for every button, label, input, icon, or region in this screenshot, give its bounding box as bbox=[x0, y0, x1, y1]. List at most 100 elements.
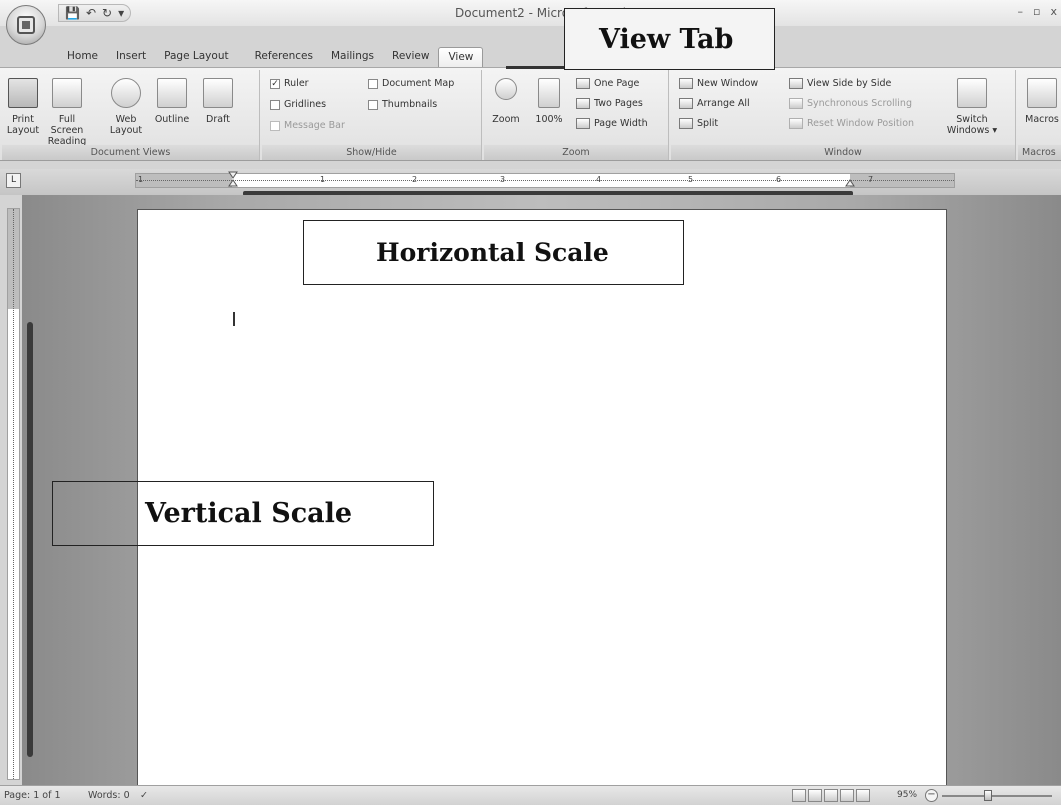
switch-windows-label: Switch Windows ▾ bbox=[946, 114, 998, 136]
tab-selector-button[interactable]: L bbox=[6, 173, 21, 188]
vertical-ruler[interactable] bbox=[7, 208, 20, 780]
arrange-all-button[interactable]: Arrange All bbox=[679, 98, 750, 109]
customize-icon[interactable]: ▾ bbox=[118, 6, 124, 20]
gridlines-check-icon bbox=[270, 99, 280, 110]
maximize-button[interactable]: ▫ bbox=[1033, 5, 1040, 18]
macros-button[interactable]: Macros bbox=[1022, 78, 1061, 125]
word-count-status[interactable]: Words: 0 bbox=[88, 790, 130, 801]
gridlines-checkbox[interactable]: Gridlines bbox=[270, 99, 326, 110]
synchronous-scrolling-button[interactable]: Synchronous Scrolling bbox=[789, 98, 912, 109]
save-icon[interactable]: 💾 bbox=[65, 6, 80, 20]
page-width-button[interactable]: Page Width bbox=[576, 118, 648, 129]
print-layout-view-icon[interactable] bbox=[792, 789, 806, 802]
print-layout-label: Print Layout bbox=[6, 114, 40, 136]
one-page-label: One Page bbox=[594, 78, 640, 89]
ruler-number: 6 bbox=[776, 175, 782, 184]
group-show-hide: ✓ Ruler Gridlines Message Bar Document M… bbox=[262, 70, 482, 160]
outline-icon bbox=[157, 78, 187, 108]
message-bar-label: Message Bar bbox=[284, 120, 345, 131]
vertical-scale-highlight bbox=[27, 322, 33, 757]
zoom-100-label: 100% bbox=[535, 114, 563, 125]
zoom-slider[interactable] bbox=[942, 795, 1052, 797]
macros-group-label: Macros bbox=[1018, 145, 1061, 160]
zoom-out-icon[interactable]: − bbox=[925, 789, 938, 802]
arrange-all-label: Arrange All bbox=[697, 98, 750, 109]
ruler-label: Ruler bbox=[284, 78, 309, 89]
title-bar: 💾 ↶ ↻ ▾ Document2 - Microsoft Word – ▫ x bbox=[0, 0, 1061, 26]
full-screen-reading-button[interactable]: Full Screen Reading bbox=[42, 78, 92, 147]
split-icon bbox=[679, 118, 693, 129]
status-bar: Page: 1 of 1 Words: 0 ✓ 95% − bbox=[0, 785, 1061, 805]
two-pages-button[interactable]: Two Pages bbox=[576, 98, 643, 109]
macros-icon bbox=[1027, 78, 1057, 108]
outline-label: Outline bbox=[154, 114, 190, 125]
switch-windows-button[interactable]: Switch Windows ▾ bbox=[945, 78, 999, 136]
close-button[interactable]: x bbox=[1050, 5, 1057, 18]
zoom-group-label: Zoom bbox=[484, 145, 668, 160]
vertical-scale-callout: Vertical Scale bbox=[52, 481, 434, 546]
tab-references[interactable]: References bbox=[246, 47, 322, 67]
minimize-button[interactable]: – bbox=[1018, 5, 1024, 18]
arrange-all-icon bbox=[679, 98, 693, 109]
web-layout-label: Web Layout bbox=[109, 114, 143, 136]
text-cursor bbox=[233, 312, 235, 326]
draft-button[interactable]: Draft bbox=[198, 78, 238, 125]
outline-view-icon[interactable] bbox=[840, 789, 854, 802]
print-layout-button[interactable]: Print Layout bbox=[6, 78, 40, 136]
word-window: 💾 ↶ ↻ ▾ Document2 - Microsoft Word – ▫ x… bbox=[0, 0, 1061, 805]
message-bar-check-icon bbox=[270, 120, 280, 131]
redo-icon[interactable]: ↻ bbox=[102, 6, 112, 20]
group-window: New Window Arrange All Split View Side b… bbox=[671, 70, 1016, 160]
zoom-100-button[interactable]: 100% bbox=[532, 78, 566, 125]
group-macros: Macros Macros bbox=[1018, 70, 1061, 160]
horizontal-ruler[interactable]: 1 1 2 3 4 5 6 7 bbox=[135, 173, 955, 188]
ruler-number: 3 bbox=[500, 175, 506, 184]
draft-view-icon[interactable] bbox=[856, 789, 870, 802]
full-screen-reading-label: Full Screen Reading bbox=[47, 114, 87, 147]
tab-view[interactable]: View bbox=[438, 47, 484, 67]
split-label: Split bbox=[697, 118, 719, 129]
outline-button[interactable]: Outline bbox=[150, 78, 194, 125]
split-button[interactable]: Split bbox=[679, 118, 718, 129]
page-100-icon bbox=[538, 78, 560, 108]
reset-window-position-button[interactable]: Reset Window Position bbox=[789, 118, 914, 129]
message-bar-checkbox[interactable]: Message Bar bbox=[270, 120, 345, 131]
tab-home[interactable]: Home bbox=[58, 47, 107, 67]
left-indent-marker[interactable] bbox=[228, 170, 238, 190]
ruler-number: 1 bbox=[138, 175, 144, 184]
full-screen-reading-icon bbox=[52, 78, 82, 108]
ruler-number: 7 bbox=[868, 175, 874, 184]
zoom-slider-thumb[interactable] bbox=[984, 790, 992, 801]
tab-review[interactable]: Review bbox=[383, 47, 438, 67]
tab-page-layout[interactable]: Page Layout bbox=[155, 47, 237, 67]
side-by-side-icon bbox=[789, 78, 803, 89]
tab-mailings[interactable]: Mailings bbox=[322, 47, 383, 67]
zoom-level[interactable]: 95% bbox=[897, 790, 917, 800]
ribbon-tabs: Home Insert Page Layout References Maili… bbox=[50, 47, 484, 67]
right-indent-marker[interactable] bbox=[845, 170, 855, 190]
view-side-by-side-button[interactable]: View Side by Side bbox=[789, 78, 891, 89]
document-map-checkbox[interactable]: Document Map bbox=[368, 78, 454, 89]
zoom-button[interactable]: Zoom bbox=[490, 78, 522, 125]
magnifier-icon bbox=[495, 78, 517, 100]
new-window-button[interactable]: New Window bbox=[679, 78, 758, 89]
ruler-checkbox[interactable]: ✓ Ruler bbox=[270, 78, 309, 89]
new-window-label: New Window bbox=[697, 78, 759, 89]
one-page-button[interactable]: One Page bbox=[576, 78, 639, 89]
macros-button-label: Macros bbox=[1025, 114, 1059, 125]
page-count-status[interactable]: Page: 1 of 1 bbox=[4, 790, 61, 801]
thumbnails-checkbox[interactable]: Thumbnails bbox=[368, 99, 437, 110]
view-tab-callout: View Tab bbox=[564, 8, 775, 70]
quick-access-toolbar: 💾 ↶ ↻ ▾ bbox=[58, 4, 132, 22]
new-window-icon bbox=[679, 78, 693, 89]
page-width-icon bbox=[576, 118, 590, 129]
web-layout-button[interactable]: Web Layout bbox=[106, 78, 146, 136]
proofing-icon[interactable]: ✓ bbox=[140, 790, 148, 801]
full-screen-view-icon[interactable] bbox=[808, 789, 822, 802]
ribbon: Print Layout Full Screen Reading Web Lay… bbox=[0, 67, 1061, 161]
web-layout-view-icon[interactable] bbox=[824, 789, 838, 802]
tab-insert[interactable]: Insert bbox=[107, 47, 155, 67]
zoom-button-label: Zoom bbox=[492, 114, 520, 125]
office-button[interactable] bbox=[6, 5, 46, 45]
undo-icon[interactable]: ↶ bbox=[86, 6, 96, 20]
